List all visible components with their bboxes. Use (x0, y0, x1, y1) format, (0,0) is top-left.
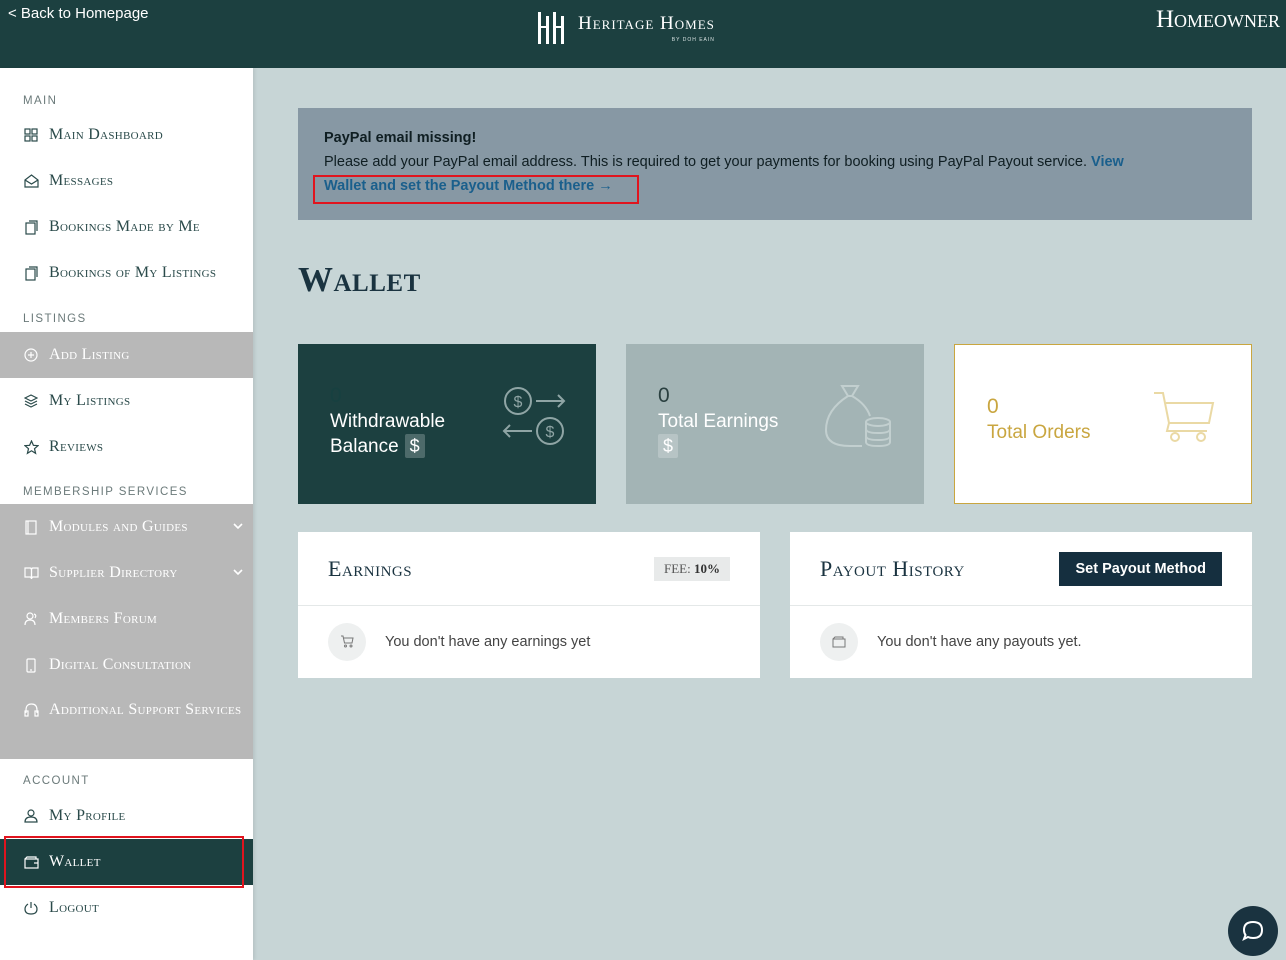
sidebar-item-additional-support[interactable]: Additional Support Services (0, 688, 253, 759)
logo-text: Heritage Homes (578, 13, 715, 34)
section-label-listings: LISTINGS (23, 313, 87, 325)
payout-empty-text: You don't have any payouts yet. (877, 633, 1082, 650)
headphones-icon (23, 702, 39, 718)
logo-subtext: BY DOH EAIN (671, 37, 715, 43)
exchange-dollar-icon: $ $ (502, 387, 566, 445)
total-orders-tile: 0 Total Orders (954, 344, 1252, 504)
layers-icon (23, 393, 39, 409)
sidebar-item-modules-and-guides[interactable]: Modules and Guides (0, 504, 253, 550)
withdrawable-balance-tile: 0 Withdrawable Balance $ $ $ (298, 344, 596, 504)
book-icon (23, 519, 39, 535)
money-bag-icon (824, 385, 891, 448)
top-header: < Back to Homepage Heritage Homes BY DOH… (0, 0, 1286, 68)
book-open-icon (23, 565, 39, 581)
chat-button[interactable] (1228, 906, 1278, 956)
earnings-card: Earnings FEE: 10% You don't have any ear… (298, 532, 760, 678)
total-earnings-tile: 0 Total Earnings $ (626, 344, 924, 504)
users-icon (23, 611, 39, 627)
page-title: Wallet (298, 260, 421, 299)
wallet-icon (820, 622, 858, 661)
svg-text:$: $ (514, 394, 523, 411)
sidebar-item-label: Digital Consultation (49, 656, 192, 673)
sidebar-item-label: Add Listing (49, 346, 130, 363)
wallet-icon (23, 854, 39, 870)
cart-icon (328, 622, 366, 661)
sidebar-item-add-listing[interactable]: Add Listing (0, 332, 253, 378)
section-label-main: MAIN (23, 95, 58, 107)
sidebar-item-members-forum[interactable]: Members Forum (0, 596, 253, 642)
sidebar-item-label: Modules and Guides (49, 518, 188, 535)
earnings-empty-text: You don't have any earnings yet (385, 633, 591, 650)
sidebar-item-my-listings[interactable]: My Listings (0, 378, 253, 424)
user-icon (23, 808, 39, 824)
currency-badge: $ (404, 434, 425, 458)
sidebar-item-my-profile[interactable]: My Profile (0, 793, 253, 839)
set-payout-method-button[interactable]: Set Payout Method (1059, 551, 1222, 586)
sidebar-item-label: Logout (49, 899, 100, 916)
alert-title: PayPal email missing! (324, 130, 477, 146)
grid-icon (23, 127, 39, 143)
sidebar: MAIN Main Dashboard Messages Bookings Ma… (0, 68, 253, 960)
plus-circle-icon (23, 347, 39, 363)
payout-history-card: Payout History Set Payout Method You don… (790, 532, 1252, 678)
sidebar-item-messages[interactable]: Messages (0, 158, 253, 204)
currency-badge: $ (658, 434, 679, 458)
chat-bubble-icon (1242, 920, 1264, 942)
star-icon (23, 439, 39, 455)
sidebar-item-reviews[interactable]: Reviews (0, 424, 253, 470)
set-payout-method-link[interactable]: Wallet and set the Payout Method there → (324, 178, 613, 194)
user-role-label: Homeowner (1155, 6, 1280, 33)
envelope-open-icon (23, 173, 39, 189)
logo-mark-icon (538, 12, 564, 44)
sidebar-item-wallet[interactable]: Wallet (0, 839, 253, 885)
copy-icon (23, 265, 39, 281)
back-to-homepage-link[interactable]: < Back to Homepage (8, 5, 149, 22)
sidebar-item-label: Supplier Directory (49, 564, 178, 581)
fee-badge: FEE: 10% (654, 556, 730, 581)
copy-icon (23, 219, 39, 235)
phone-icon (23, 657, 39, 673)
sidebar-item-label: Wallet (49, 853, 101, 870)
sidebar-item-digital-consultation[interactable]: Digital Consultation (0, 642, 253, 688)
earnings-card-title: Earnings (328, 555, 413, 581)
sidebar-item-dashboard[interactable]: Main Dashboard (0, 112, 253, 158)
svg-text:$: $ (546, 424, 555, 441)
sidebar-item-label: Members Forum (49, 610, 158, 627)
sidebar-item-label: My Profile (49, 807, 126, 824)
heritage-homes-logo[interactable]: Heritage Homes BY DOH EAIN (536, 10, 715, 46)
paypal-missing-alert: PayPal email missing! Please add your Pa… (298, 108, 1252, 220)
chevron-down-icon (233, 523, 243, 530)
sidebar-item-supplier-directory[interactable]: Supplier Directory (0, 550, 253, 596)
chevron-down-icon (233, 569, 243, 576)
sidebar-item-label: Messages (49, 172, 114, 189)
sidebar-item-label: Main Dashboard (49, 126, 164, 143)
sidebar-item-bookings-of-my-listings[interactable]: Bookings of My Listings (0, 250, 253, 296)
alert-body-text: Please add your PayPal email address. Th… (324, 154, 1087, 170)
sidebar-item-label: Reviews (49, 438, 104, 455)
shopping-cart-icon (1154, 392, 1215, 442)
sidebar-item-label: Additional Support Services (49, 701, 242, 718)
section-label-membership: MEMBERSHIP SERVICES (23, 486, 188, 498)
sidebar-item-bookings-made-by-me[interactable]: Bookings Made by Me (0, 204, 253, 250)
power-icon (23, 900, 39, 916)
view-wallet-link[interactable]: View (1091, 154, 1124, 170)
payout-history-title: Payout History (820, 555, 965, 581)
sidebar-item-logout[interactable]: Logout (0, 885, 253, 931)
sidebar-item-label: My Listings (49, 392, 131, 409)
section-label-account: ACCOUNT (23, 775, 90, 787)
sidebar-item-label: Bookings of My Listings (49, 264, 217, 281)
sidebar-item-label: Bookings Made by Me (49, 218, 200, 235)
